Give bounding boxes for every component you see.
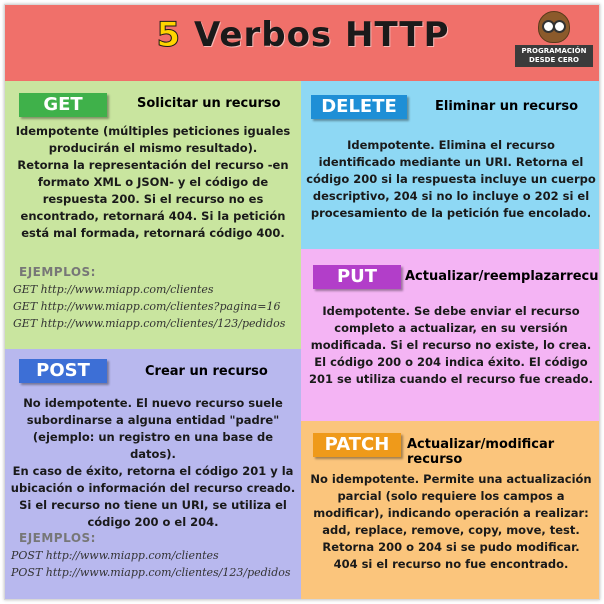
infographic: 5 Verbos HTTP PROGRAMACIÓN DESDE CERO GE… bbox=[4, 4, 600, 600]
delete-verb-badge: DELETE bbox=[311, 95, 407, 119]
desc-line: producirán el mismo resultado). bbox=[48, 141, 258, 155]
desc-line: (ejemplo: un registro en una base de dat… bbox=[32, 430, 274, 461]
desc-line: subordinarse a alguna entidad "padre" bbox=[26, 413, 280, 427]
desc-line: modificada. Si el recurso no existe, lo … bbox=[310, 338, 592, 352]
desc-line: identificado mediante un URI. Retorna el bbox=[318, 155, 584, 169]
desc-line: código 200 si la respuesta incluye un cu… bbox=[306, 172, 596, 186]
post-title: Crear un recurso bbox=[145, 364, 268, 379]
put-verb-badge: PUT bbox=[313, 265, 401, 289]
post-examples-label: EJEMPLOS: bbox=[19, 531, 96, 545]
desc-line: parcial (solo requiere los campos a bbox=[337, 489, 565, 503]
desc-line: respuesta 200. Si el recurso no es bbox=[42, 192, 264, 206]
get-verb-badge: GET bbox=[19, 93, 107, 117]
owl-icon bbox=[538, 11, 570, 43]
desc-line: está mal formada, retornará código 400. bbox=[21, 226, 285, 240]
desc-line: procesamiento de la petición fue encolad… bbox=[310, 206, 592, 220]
example-url: POST http://www.miapp.com/clientes bbox=[11, 549, 219, 562]
patch-panel: PATCH Actualizar/modificar recurso No id… bbox=[301, 421, 599, 599]
desc-line: 201 se utiliza cuando el recurso fue cre… bbox=[309, 372, 593, 386]
example-url: GET http://www.miapp.com/clientes/123/pe… bbox=[13, 317, 286, 330]
delete-title: Eliminar un recurso bbox=[435, 99, 579, 114]
example-url: POST http://www.miapp.com/clientes/123/p… bbox=[11, 566, 291, 579]
logo-text: PROGRAMACIÓN DESDE CERO bbox=[515, 45, 593, 67]
delete-description: Idempotente. Elimina el recurso identifi… bbox=[305, 137, 597, 222]
desc-line: add, replace, remove, copy, move, test. bbox=[322, 523, 580, 537]
desc-line: Si el recurso no tiene un URI, se utiliz… bbox=[19, 498, 287, 512]
example-url: GET http://www.miapp.com/clientes?pagina… bbox=[13, 300, 281, 313]
desc-line: Retorna 200 o 204 si se pudo modificar. bbox=[322, 540, 580, 554]
patch-title: Actualizar/modificar recurso bbox=[407, 437, 555, 467]
get-title: Solicitar un recurso bbox=[137, 96, 281, 111]
post-examples-list: POST http://www.miapp.com/clientes POST … bbox=[11, 547, 291, 581]
desc-line: En caso de éxito, retorna el código 201 … bbox=[12, 464, 294, 478]
post-description: No idempotente. El nuevo recurso suele s… bbox=[9, 395, 297, 531]
desc-line: No idempotente. El nuevo recurso suele bbox=[23, 396, 283, 410]
post-verb-badge: POST bbox=[19, 359, 107, 383]
desc-line: Idempotente (múltiples peticiones iguale… bbox=[15, 124, 291, 138]
desc-line: completo a actualizar, en su versión bbox=[334, 321, 568, 335]
desc-line: No idempotente. Permite una actualizació… bbox=[310, 472, 592, 486]
header-banner: 5 Verbos HTTP PROGRAMACIÓN DESDE CERO bbox=[5, 5, 599, 81]
desc-line: formato XML o JSON- y el código de bbox=[37, 175, 269, 189]
desc-line: modificar), indicando operación a realiz… bbox=[313, 506, 589, 520]
get-examples-list: GET http://www.miapp.com/clientes GET ht… bbox=[13, 281, 285, 332]
delete-panel: DELETE Eliminar un recurso Idempotente. … bbox=[301, 81, 599, 249]
get-description: Idempotente (múltiples peticiones iguale… bbox=[11, 123, 295, 242]
title-text: Verbos HTTP bbox=[193, 15, 450, 55]
put-description: Idempotente. Se debe enviar el recurso c… bbox=[305, 303, 597, 388]
desc-line: encontrado, retornará 404. Si la petició… bbox=[20, 209, 286, 223]
logo: PROGRAMACIÓN DESDE CERO bbox=[515, 11, 593, 75]
desc-line: código 200 o el 204. bbox=[87, 515, 219, 529]
patch-description: No idempotente. Permite una actualizació… bbox=[305, 471, 597, 573]
desc-line: descriptivo, 204 si no lo incluye o 202 … bbox=[312, 189, 590, 203]
desc-line: ubicación o información del recurso crea… bbox=[10, 481, 296, 495]
desc-line: Idempotente. Se debe enviar el recurso bbox=[322, 304, 580, 318]
post-panel: POST Crear un recurso No idempotente. El… bbox=[5, 349, 301, 599]
title-number: 5 bbox=[156, 15, 182, 56]
put-title: Actualizar/reemplazarrecurso bbox=[405, 269, 600, 284]
desc-line: El código 200 o 204 indica éxito. El cód… bbox=[314, 355, 588, 369]
desc-line: Retorna la representación del recurso -e… bbox=[17, 158, 289, 172]
put-panel: PUT Actualizar/reemplazarrecurso Idempot… bbox=[301, 249, 600, 421]
get-panel: GET Solicitar un recurso Idempotente (mú… bbox=[5, 81, 301, 349]
page-title: 5 Verbos HTTP bbox=[5, 15, 599, 56]
patch-verb-badge: PATCH bbox=[313, 433, 401, 457]
get-examples-label: EJEMPLOS: bbox=[19, 265, 96, 279]
example-url: GET http://www.miapp.com/clientes bbox=[13, 283, 214, 296]
desc-line: 404 si el recurso no fue encontrado. bbox=[333, 557, 569, 571]
desc-line: Idempotente. Elimina el recurso bbox=[347, 138, 555, 152]
